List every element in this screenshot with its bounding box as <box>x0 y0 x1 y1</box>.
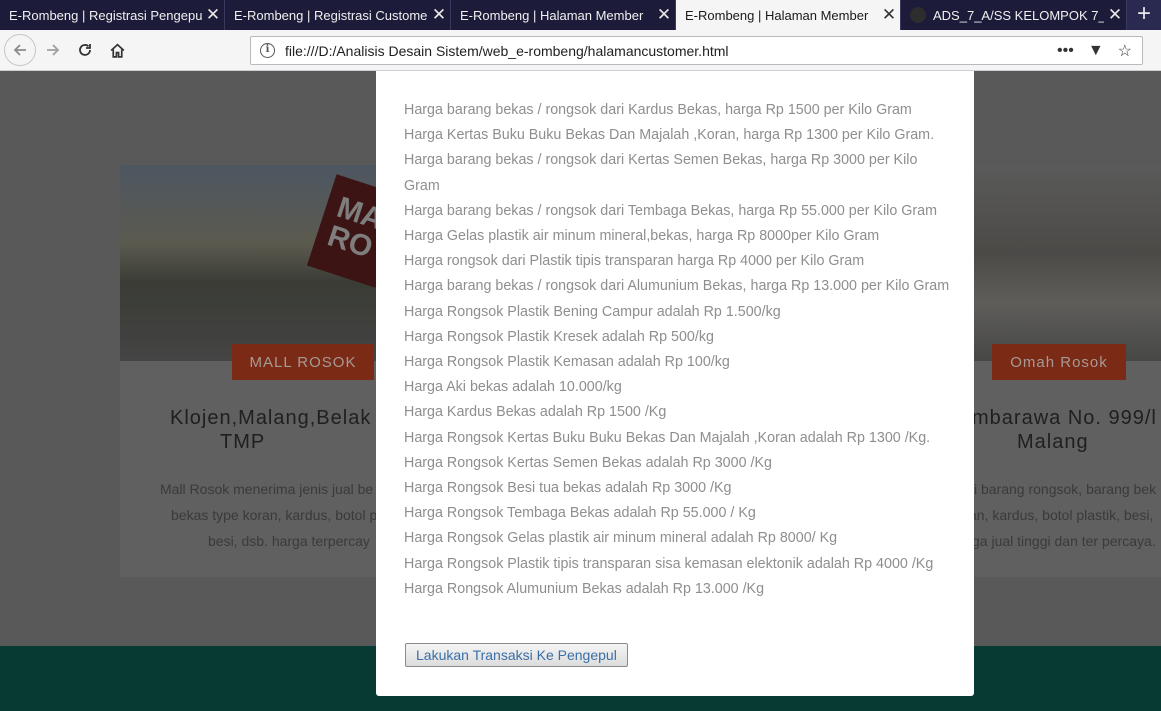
forward-button[interactable] <box>40 37 66 63</box>
card-desc-line: Mall Rosok menerima jenis jual be <box>160 481 374 497</box>
card-title-line: mbarawa No. 999/l <box>972 407 1157 429</box>
card-tag[interactable]: MALL ROSOK <box>232 344 374 380</box>
arrow-right-icon <box>47 44 60 56</box>
price-list-item: Harga Rongsok Tembaga Bekas adalah Rp 55… <box>404 505 756 522</box>
tab-close-icon[interactable]: ✕ <box>428 5 450 25</box>
tab-registrasi-customer[interactable]: E-Rombeng | Registrasi Customer ✕ <box>225 0 451 30</box>
page-actions-icon[interactable]: ••• <box>1057 42 1074 60</box>
tab-halaman-member-active[interactable]: E-Rombeng | Halaman Member ✕ <box>676 0 901 30</box>
price-list-item: Harga barang bekas / rongsok dari Alumun… <box>404 278 950 295</box>
price-list-item: Harga Rongsok Plastik Kemasan adalah Rp … <box>404 354 730 371</box>
price-list-item: Harga Gelas plastik air minum mineral,be… <box>404 228 880 245</box>
price-list-item: Harga Kertas Buku Buku Bekas Dan Majalah… <box>404 127 935 144</box>
tab-halaman-member[interactable]: E-Rombeng | Halaman Member ✕ <box>451 0 676 30</box>
price-list-item: Harga Aki bekas adalah 10.000/kg <box>404 379 622 396</box>
tab-label: ADS_7_A/SS KELOMPOK 7_E-RÓ <box>933 7 1104 23</box>
tab-close-icon[interactable]: ✕ <box>1104 5 1126 25</box>
url-actions: ••• ▼ ☆ <box>1057 41 1142 61</box>
tab-strip: E-Rombeng | Registrasi Pengepul ✕ E-Romb… <box>0 0 1161 30</box>
tab-label: E-Rombeng | Halaman Member <box>685 7 869 23</box>
home-icon <box>110 43 124 58</box>
partner-card-omah-rosok: Omah Rosok mbarawa No. 999/l Malang i ba… <box>960 165 1161 577</box>
reload-button[interactable] <box>72 37 98 63</box>
price-list-item: Harga barang bekas / rongsok dari Kertas… <box>404 152 918 194</box>
price-list-item: Harga Rongsok Besi tua bekas adalah Rp 3… <box>404 480 732 497</box>
pocket-icon[interactable]: ▼ <box>1088 42 1104 60</box>
partner-card-mall-rosok: MA RO MALL ROSOK Klojen,Malang,Belak TMP… <box>120 165 406 577</box>
price-list-modal: Harga barang bekas / rongsok dari Kardus… <box>376 71 974 696</box>
card-photo: MA RO <box>120 165 406 361</box>
tab-close-icon[interactable]: ✕ <box>878 5 900 25</box>
tab-label: E-Rombeng | Halaman Member <box>460 7 644 23</box>
github-icon <box>910 7 926 23</box>
card-title: mbarawa No. 999/l Malang <box>960 406 1161 454</box>
reload-icon <box>79 44 91 56</box>
tab-label: E-Rombeng | Registrasi Pengepul <box>9 7 202 23</box>
card-tag[interactable]: Omah Rosok <box>992 344 1126 380</box>
arrow-left-icon <box>13 44 26 56</box>
tab-registrasi-pengepul[interactable]: E-Rombeng | Registrasi Pengepul ✕ <box>0 0 225 30</box>
price-list-item: Harga Rongsok Plastik Bening Campur adal… <box>404 303 781 320</box>
price-list-item: Harga Rongsok Plastik Kresek adalah Rp 5… <box>404 328 714 345</box>
card-desc-line: bekas type koran, kardus, botol p <box>171 507 378 523</box>
price-list: Harga barang bekas / rongsok dari Kardus… <box>404 98 952 602</box>
transaction-button[interactable]: Lakukan Transaksi Ke Pengepul <box>405 643 628 667</box>
card-photo <box>960 165 1161 361</box>
home-button[interactable] <box>104 37 130 63</box>
price-list-item: Harga barang bekas / rongsok dari Kardus… <box>404 102 912 118</box>
price-list-item: Harga Rongsok Kertas Buku Buku Bekas Dan… <box>404 429 931 446</box>
back-button[interactable] <box>4 34 36 66</box>
price-list-item: Harga Rongsok Plastik tipis transparan s… <box>404 555 934 572</box>
card-title-line: Klojen,Malang,Belak <box>170 407 372 429</box>
card-desc-line: i barang rongsok, barang bek <box>974 481 1157 497</box>
price-list-item: Harga barang bekas / rongsok dari Tembag… <box>404 202 937 219</box>
url-text[interactable]: file:///D:/Analisis Desain Sistem/web_e-… <box>285 43 1057 59</box>
card-desc-line: ga jual tinggi dan ter percaya. <box>972 533 1156 549</box>
tab-close-icon[interactable]: ✕ <box>653 5 675 25</box>
price-list-item: Harga rongsok dari Plastik tipis transpa… <box>404 253 865 270</box>
address-bar[interactable]: i file:///D:/Analisis Desain Sistem/web_… <box>250 36 1143 65</box>
tab-github-repo[interactable]: ADS_7_A/SS KELOMPOK 7_E-RÓ ✕ <box>901 0 1127 30</box>
info-icon[interactable]: i <box>260 43 275 58</box>
tab-close-icon[interactable]: ✕ <box>202 5 224 25</box>
card-title-line: Malang <box>1017 431 1089 453</box>
navigation-toolbar: i file:///D:/Analisis Desain Sistem/web_… <box>0 30 1161 71</box>
price-list-item: Harga Kardus Bekas adalah Rp 1500 /Kg <box>404 404 667 421</box>
tab-label: E-Rombeng | Registrasi Customer <box>234 7 428 23</box>
price-list-item: Harga Rongsok Kertas Semen Bekas adalah … <box>404 454 772 471</box>
page-viewport: MA RO MALL ROSOK Klojen,Malang,Belak TMP… <box>0 71 1161 711</box>
bookmark-star-icon[interactable]: ☆ <box>1118 41 1132 61</box>
price-list-item: Harga Rongsok Gelas plastik air minum mi… <box>404 530 838 547</box>
new-tab-button[interactable]: + <box>1127 0 1161 30</box>
card-desc-line: an, kardus, botol plastik, besi, <box>969 507 1154 523</box>
card-desc-line: besi, dsb. harga terpercay <box>208 533 370 549</box>
price-list-item: Harga Rongsok Alumunium Bekas adalah Rp … <box>404 580 765 597</box>
